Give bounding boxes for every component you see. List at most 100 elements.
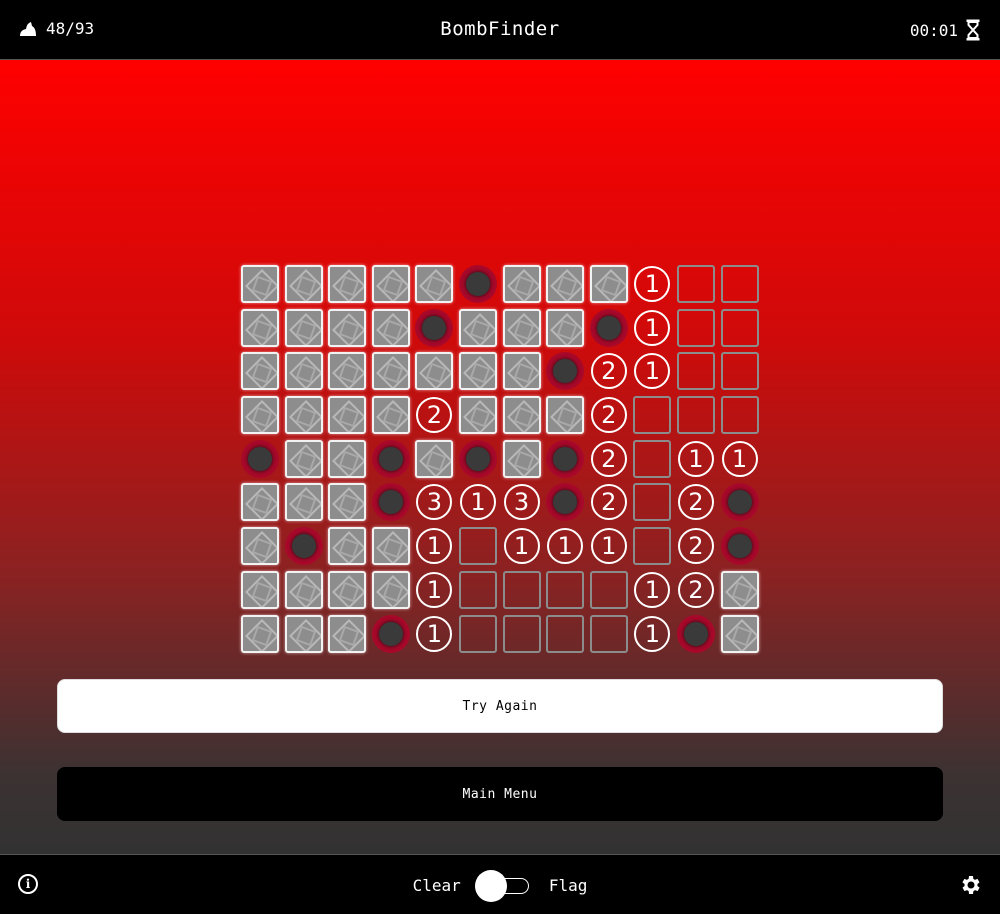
mode-toggle[interactable] [474,870,535,902]
cell-empty[interactable] [676,308,715,347]
cell-mine[interactable] [546,439,585,478]
cell-hidden[interactable] [241,396,279,435]
cell-hidden[interactable] [546,265,585,303]
cell-hidden[interactable] [241,614,279,653]
cell-hidden[interactable] [328,527,367,566]
cell-hidden[interactable] [241,570,279,609]
cell-mine[interactable] [546,483,585,522]
cell-number[interactable]: 1 [415,527,453,565]
cell-hidden[interactable] [241,308,279,347]
cell-number[interactable]: 3 [415,483,453,521]
cell-hidden[interactable] [415,265,454,303]
cell-mine[interactable] [676,614,715,653]
try-again-button[interactable]: Try Again [57,679,943,733]
cell-mine[interactable] [458,439,497,478]
cell-hidden[interactable] [284,396,323,435]
cell-empty[interactable] [546,614,585,653]
cell-number[interactable]: 1 [721,440,759,478]
cell-hidden[interactable] [502,439,541,478]
cell-empty[interactable] [633,527,672,566]
cell-hidden[interactable] [284,614,323,653]
cell-empty[interactable] [676,396,715,435]
cell-mine[interactable] [720,527,759,566]
cell-hidden[interactable] [284,308,323,347]
cell-hidden[interactable] [241,265,279,303]
cell-number[interactable]: 2 [590,352,628,390]
cell-hidden[interactable] [284,265,323,303]
cell-hidden[interactable] [546,308,585,347]
cell-hidden[interactable] [502,352,541,391]
cell-number[interactable]: 2 [590,440,628,478]
cell-mine[interactable] [546,352,585,391]
cell-empty[interactable] [546,570,585,609]
gear-icon[interactable] [958,873,982,897]
cell-number[interactable]: 1 [633,309,671,347]
cell-hidden[interactable] [458,308,497,347]
cell-number[interactable]: 1 [503,527,541,565]
cell-mine[interactable] [371,439,410,478]
cell-empty[interactable] [458,527,497,566]
cell-hidden[interactable] [328,352,367,391]
cell-hidden[interactable] [546,396,585,435]
cell-hidden[interactable] [371,308,410,347]
cell-number[interactable]: 1 [633,265,671,303]
cell-number[interactable]: 3 [503,483,541,521]
cell-hidden[interactable] [415,439,454,478]
cell-hidden[interactable] [371,265,410,303]
cell-hidden[interactable] [241,527,279,566]
cell-empty[interactable] [458,614,497,653]
cell-empty[interactable] [676,352,715,391]
cell-hidden[interactable] [284,483,323,522]
cell-hidden[interactable] [589,265,628,303]
cell-empty[interactable] [720,265,759,303]
cell-hidden[interactable] [328,396,367,435]
cell-hidden[interactable] [328,570,367,609]
cell-hidden[interactable] [328,483,367,522]
cell-hidden[interactable] [241,483,279,522]
cell-number[interactable]: 2 [677,571,715,609]
cell-hidden[interactable] [502,265,541,303]
cell-mine[interactable] [458,265,497,303]
cell-empty[interactable] [633,396,672,435]
cell-hidden[interactable] [371,527,410,566]
cell-number[interactable]: 1 [677,440,715,478]
cell-empty[interactable] [720,308,759,347]
cell-hidden[interactable] [328,614,367,653]
cell-number[interactable]: 2 [590,483,628,521]
cell-hidden[interactable] [371,396,410,435]
cell-number[interactable]: 1 [415,615,453,653]
cell-hidden[interactable] [502,308,541,347]
cell-mine[interactable] [371,614,410,653]
cell-number[interactable]: 1 [633,571,671,609]
cell-mine[interactable] [284,527,323,566]
cell-hidden[interactable] [284,570,323,609]
cell-hidden[interactable] [502,396,541,435]
cell-hidden[interactable] [284,439,323,478]
cell-empty[interactable] [720,396,759,435]
cell-mine[interactable] [589,308,628,347]
cell-mine[interactable] [415,308,454,347]
cell-hidden[interactable] [371,570,410,609]
cell-number[interactable]: 1 [459,483,497,521]
cell-empty[interactable] [633,483,672,522]
cell-empty[interactable] [720,352,759,391]
cell-number[interactable]: 1 [590,527,628,565]
cell-empty[interactable] [676,265,715,303]
cell-mine[interactable] [241,439,279,478]
cell-empty[interactable] [633,439,672,478]
cell-hidden[interactable] [458,352,497,391]
cell-number[interactable]: 2 [677,483,715,521]
cell-number[interactable]: 1 [415,571,453,609]
cell-hidden[interactable] [328,439,367,478]
cell-number[interactable]: 2 [677,527,715,565]
cell-hidden[interactable] [328,308,367,347]
cell-mine[interactable] [720,483,759,522]
cell-hidden[interactable] [720,614,759,653]
cell-number[interactable]: 1 [633,352,671,390]
cell-number[interactable]: 2 [590,396,628,434]
cell-empty[interactable] [458,570,497,609]
cell-mine[interactable] [371,483,410,522]
cell-hidden[interactable] [284,352,323,391]
cell-hidden[interactable] [415,352,454,391]
cell-number[interactable]: 2 [415,396,453,434]
